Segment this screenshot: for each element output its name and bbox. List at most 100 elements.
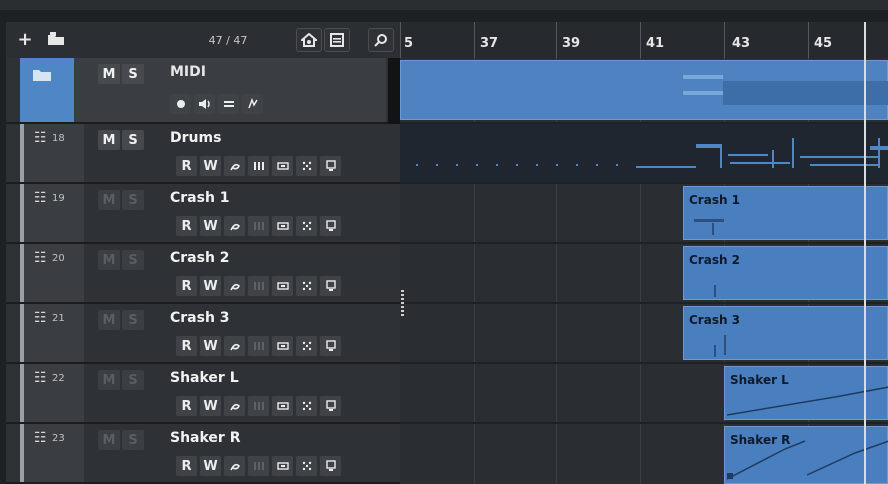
edit-instrument-button[interactable] xyxy=(224,396,245,416)
drum-map-button[interactable] xyxy=(248,156,269,176)
write-automation-button[interactable]: W xyxy=(200,396,221,416)
drum-map-button[interactable] xyxy=(248,216,269,236)
mute-button[interactable]: M xyxy=(98,370,120,390)
channel-settings-button[interactable] xyxy=(272,336,293,356)
track-row[interactable]: ☷ 23 M S Shaker R RW xyxy=(6,424,400,484)
drum-map-button[interactable] xyxy=(248,276,269,296)
timeline-ruler[interactable]: 5 37 39 41 43 45 xyxy=(400,22,888,60)
add-track-from-preset-button[interactable] xyxy=(42,28,70,50)
folder-track-midi[interactable]: M S MIDI xyxy=(6,58,400,124)
inspector-button[interactable] xyxy=(320,336,341,356)
mute-button[interactable]: M xyxy=(98,250,120,270)
midi-modifiers-button[interactable] xyxy=(296,156,317,176)
solo-button[interactable]: S xyxy=(122,250,144,270)
track-row[interactable]: ☷ 20 M S Crash 2 RW xyxy=(6,244,400,304)
drum-map-button[interactable] xyxy=(248,456,269,476)
channel-settings-button[interactable] xyxy=(272,396,293,416)
ruler-label-37: 37 xyxy=(480,36,499,51)
mute-button[interactable]: M xyxy=(98,430,120,450)
monitor-icon xyxy=(325,340,336,351)
mute-button[interactable]: M xyxy=(98,190,120,210)
midi-modifiers-button[interactable] xyxy=(296,456,317,476)
search-tracks-button[interactable] xyxy=(368,28,394,52)
channel-settings-button[interactable] xyxy=(272,276,293,296)
part-crash-1[interactable]: Crash 1 xyxy=(683,186,888,240)
folder-icon[interactable] xyxy=(32,68,52,82)
solo-button[interactable]: S xyxy=(122,310,144,330)
edit-instrument-button[interactable] xyxy=(224,336,245,356)
write-automation-button[interactable]: W xyxy=(200,336,221,356)
read-automation-button[interactable]: R xyxy=(176,216,197,236)
folder-color-strip xyxy=(20,58,74,122)
insert-icon xyxy=(276,462,289,470)
instrument-icon: ☷ xyxy=(34,310,47,326)
visibility-agents-button[interactable] xyxy=(296,28,322,52)
inspector-button[interactable] xyxy=(320,396,341,416)
channel-settings-button[interactable] xyxy=(272,156,293,176)
read-automation-button[interactable]: R xyxy=(176,276,197,296)
midi-modifiers-button[interactable] xyxy=(296,336,317,356)
track-row[interactable]: ☷ 18 M S Drums R W xyxy=(6,124,400,184)
drum-map-button[interactable] xyxy=(248,336,269,356)
inspector-button[interactable] xyxy=(320,276,341,296)
track-row[interactable]: ☷ 21 M S Crash 3 RW xyxy=(6,304,400,364)
drums-midi-notes xyxy=(416,138,888,168)
folder-add-icon xyxy=(48,32,64,45)
track-number: 22 xyxy=(52,373,65,384)
edit-instrument-button[interactable] xyxy=(224,276,245,296)
write-automation-button[interactable]: W xyxy=(200,216,221,236)
solo-button[interactable]: S xyxy=(122,190,144,210)
drum-map-button[interactable] xyxy=(248,396,269,416)
monitor-button[interactable] xyxy=(194,94,215,114)
track-name: Shaker R xyxy=(170,430,241,446)
part-crash-2[interactable]: Crash 2 xyxy=(683,246,888,300)
divider-handle[interactable] xyxy=(401,290,404,318)
inspector-button[interactable] xyxy=(320,456,341,476)
lock-lanes-button[interactable] xyxy=(218,94,239,114)
write-automation-button[interactable]: W xyxy=(200,276,221,296)
add-track-button[interactable]: + xyxy=(12,28,38,50)
solo-button[interactable]: S xyxy=(122,130,144,150)
top-strip xyxy=(0,0,888,10)
midi-modifiers-button[interactable] xyxy=(296,216,317,236)
track-row[interactable]: ☷ 22 M S Shaker L RW xyxy=(6,364,400,424)
record-enable-button[interactable] xyxy=(170,94,191,114)
dots-grid-icon xyxy=(302,221,311,231)
project-cursor[interactable] xyxy=(864,22,866,484)
track-list-settings-button[interactable] xyxy=(324,28,350,52)
read-automation-button[interactable]: R xyxy=(176,456,197,476)
event-display[interactable]: Crash 1 Crash 2 Crash 3 Shaker L Shaker … xyxy=(400,58,888,484)
drums-part[interactable] xyxy=(400,124,888,182)
part-crash-3[interactable]: Crash 3 xyxy=(683,306,888,360)
piano-icon xyxy=(253,282,264,290)
ruler-label-5: 5 xyxy=(404,36,414,51)
track-row[interactable]: ☷ 19 M S Crash 1 RW xyxy=(6,184,400,244)
solo-button[interactable]: S xyxy=(122,430,144,450)
edit-instrument-button[interactable] xyxy=(224,156,245,176)
midi-modifiers-button[interactable] xyxy=(296,276,317,296)
ruler-label-43: 43 xyxy=(732,36,751,51)
channel-settings-button[interactable] xyxy=(272,216,293,236)
mute-button[interactable]: M xyxy=(98,130,120,150)
track-name: Crash 3 xyxy=(170,310,230,326)
read-automation-button[interactable]: R xyxy=(176,156,197,176)
folder-mute-button[interactable]: M xyxy=(98,64,120,84)
edit-icon xyxy=(229,343,240,351)
edit-instrument-button[interactable] xyxy=(224,216,245,236)
read-automation-button[interactable]: R xyxy=(176,336,197,356)
solo-button[interactable]: S xyxy=(122,370,144,390)
inspector-button[interactable] xyxy=(320,156,341,176)
write-automation-button[interactable]: W xyxy=(200,156,221,176)
channel-settings-button[interactable] xyxy=(272,456,293,476)
time-base-button[interactable] xyxy=(242,94,263,114)
record-icon xyxy=(176,100,185,108)
edit-instrument-button[interactable] xyxy=(224,456,245,476)
edit-icon xyxy=(229,463,240,471)
write-automation-button[interactable]: W xyxy=(200,456,221,476)
mute-button[interactable]: M xyxy=(98,310,120,330)
midi-modifiers-button[interactable] xyxy=(296,396,317,416)
read-automation-button[interactable]: R xyxy=(176,396,197,416)
folder-part[interactable] xyxy=(400,60,888,120)
inspector-button[interactable] xyxy=(320,216,341,236)
folder-solo-button[interactable]: S xyxy=(122,64,144,84)
